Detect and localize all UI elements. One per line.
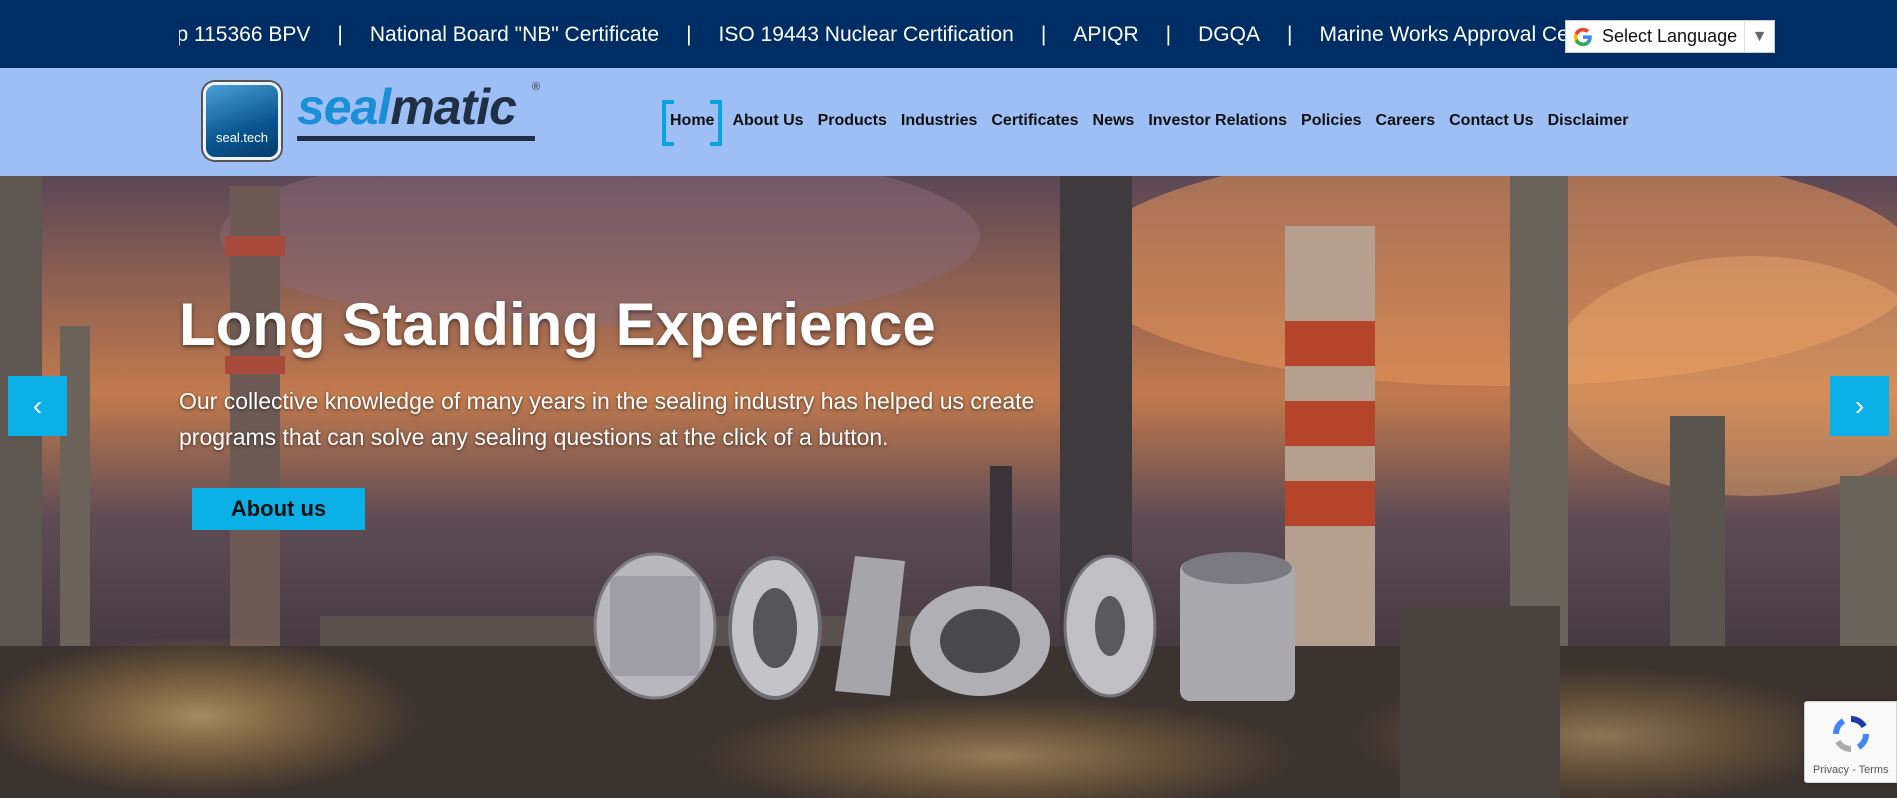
recaptcha-badge[interactable]: Privacy - Terms bbox=[1804, 701, 1897, 783]
logo-badge[interactable]: seal.tech bbox=[203, 82, 281, 160]
about-us-button[interactable]: About us bbox=[192, 488, 365, 530]
language-label: Select Language bbox=[1602, 26, 1738, 46]
ticker-track: mp 115366 BPV | National Board "NB" Certif… bbox=[179, 0, 1565, 68]
language-selector[interactable]: Select Language ▼ bbox=[1565, 20, 1775, 53]
registered-mark: ® bbox=[532, 81, 541, 93]
site-header: seal.tech sealmatic ® Home About Us Produc… bbox=[0, 68, 1897, 176]
google-g-icon bbox=[1570, 24, 1596, 50]
ticker-separator: | bbox=[1040, 23, 1047, 46]
ticker-item: mp 115366 BPV bbox=[179, 23, 311, 46]
nav-item-about-us[interactable]: About Us bbox=[732, 112, 803, 130]
ticker-item: DGQA bbox=[1198, 23, 1260, 46]
logo-underline bbox=[297, 136, 535, 141]
ticker-item: APIQR bbox=[1073, 23, 1139, 46]
nav-item-investor-relations[interactable]: Investor Relations bbox=[1148, 112, 1287, 130]
logo-badge-text: seal.tech bbox=[215, 130, 269, 145]
slider-next-button[interactable]: › bbox=[1830, 376, 1889, 436]
hero-title: Long Standing Experience bbox=[179, 291, 936, 358]
nav-item-news[interactable]: News bbox=[1093, 112, 1135, 130]
dropdown-arrow-icon[interactable]: ▼ bbox=[1744, 20, 1774, 53]
main-nav: Home About Us Products Industries Certificat… bbox=[661, 100, 1629, 146]
logo-wordmark[interactable]: sealmatic bbox=[297, 78, 517, 136]
ticker-item: Marine Works Approval Certificat bbox=[1319, 23, 1565, 46]
hero-slider: Long Standing Experience Our collective … bbox=[0, 176, 1897, 798]
chevron-right-icon: › bbox=[1854, 390, 1865, 421]
ticker-item: ISO 19443 Nuclear Certification bbox=[718, 23, 1014, 46]
recaptcha-text: Privacy - Terms bbox=[1813, 764, 1889, 776]
nav-item-contact-us[interactable]: Contact Us bbox=[1449, 112, 1533, 130]
ticker-separator: | bbox=[686, 23, 692, 46]
slider-prev-button[interactable]: ‹ bbox=[8, 376, 67, 436]
recaptcha-icon bbox=[1833, 716, 1869, 752]
ticker-items: mp 115366 BPV | National Board "NB" Certif… bbox=[179, 23, 1565, 47]
ticker-separator: | bbox=[1165, 23, 1172, 46]
nav-item-careers[interactable]: Careers bbox=[1376, 112, 1436, 130]
ticker-item: National Board "NB" Certificate bbox=[369, 23, 660, 46]
nav-item-home[interactable]: Home bbox=[661, 100, 723, 146]
nav-item-disclaimer[interactable]: Disclaimer bbox=[1548, 112, 1629, 130]
refinery-background-image bbox=[0, 176, 1897, 798]
ticker-separator: | bbox=[1286, 23, 1293, 46]
nav-item-policies[interactable]: Policies bbox=[1301, 112, 1361, 130]
logo-brand-part1: seal bbox=[297, 79, 391, 135]
certification-ticker: mp 115366 BPV | National Board "NB" Certif… bbox=[0, 0, 1897, 68]
nav-item-certificates[interactable]: Certificates bbox=[991, 112, 1078, 130]
logo-brand-part2: matic bbox=[390, 79, 517, 135]
chevron-left-icon: ‹ bbox=[32, 390, 43, 421]
ticker-separator: | bbox=[337, 23, 343, 46]
hero-description: Our collective knowledge of many years i… bbox=[179, 388, 1035, 450]
nav-item-industries[interactable]: Industries bbox=[901, 112, 977, 130]
nav-item-products[interactable]: Products bbox=[818, 112, 887, 130]
